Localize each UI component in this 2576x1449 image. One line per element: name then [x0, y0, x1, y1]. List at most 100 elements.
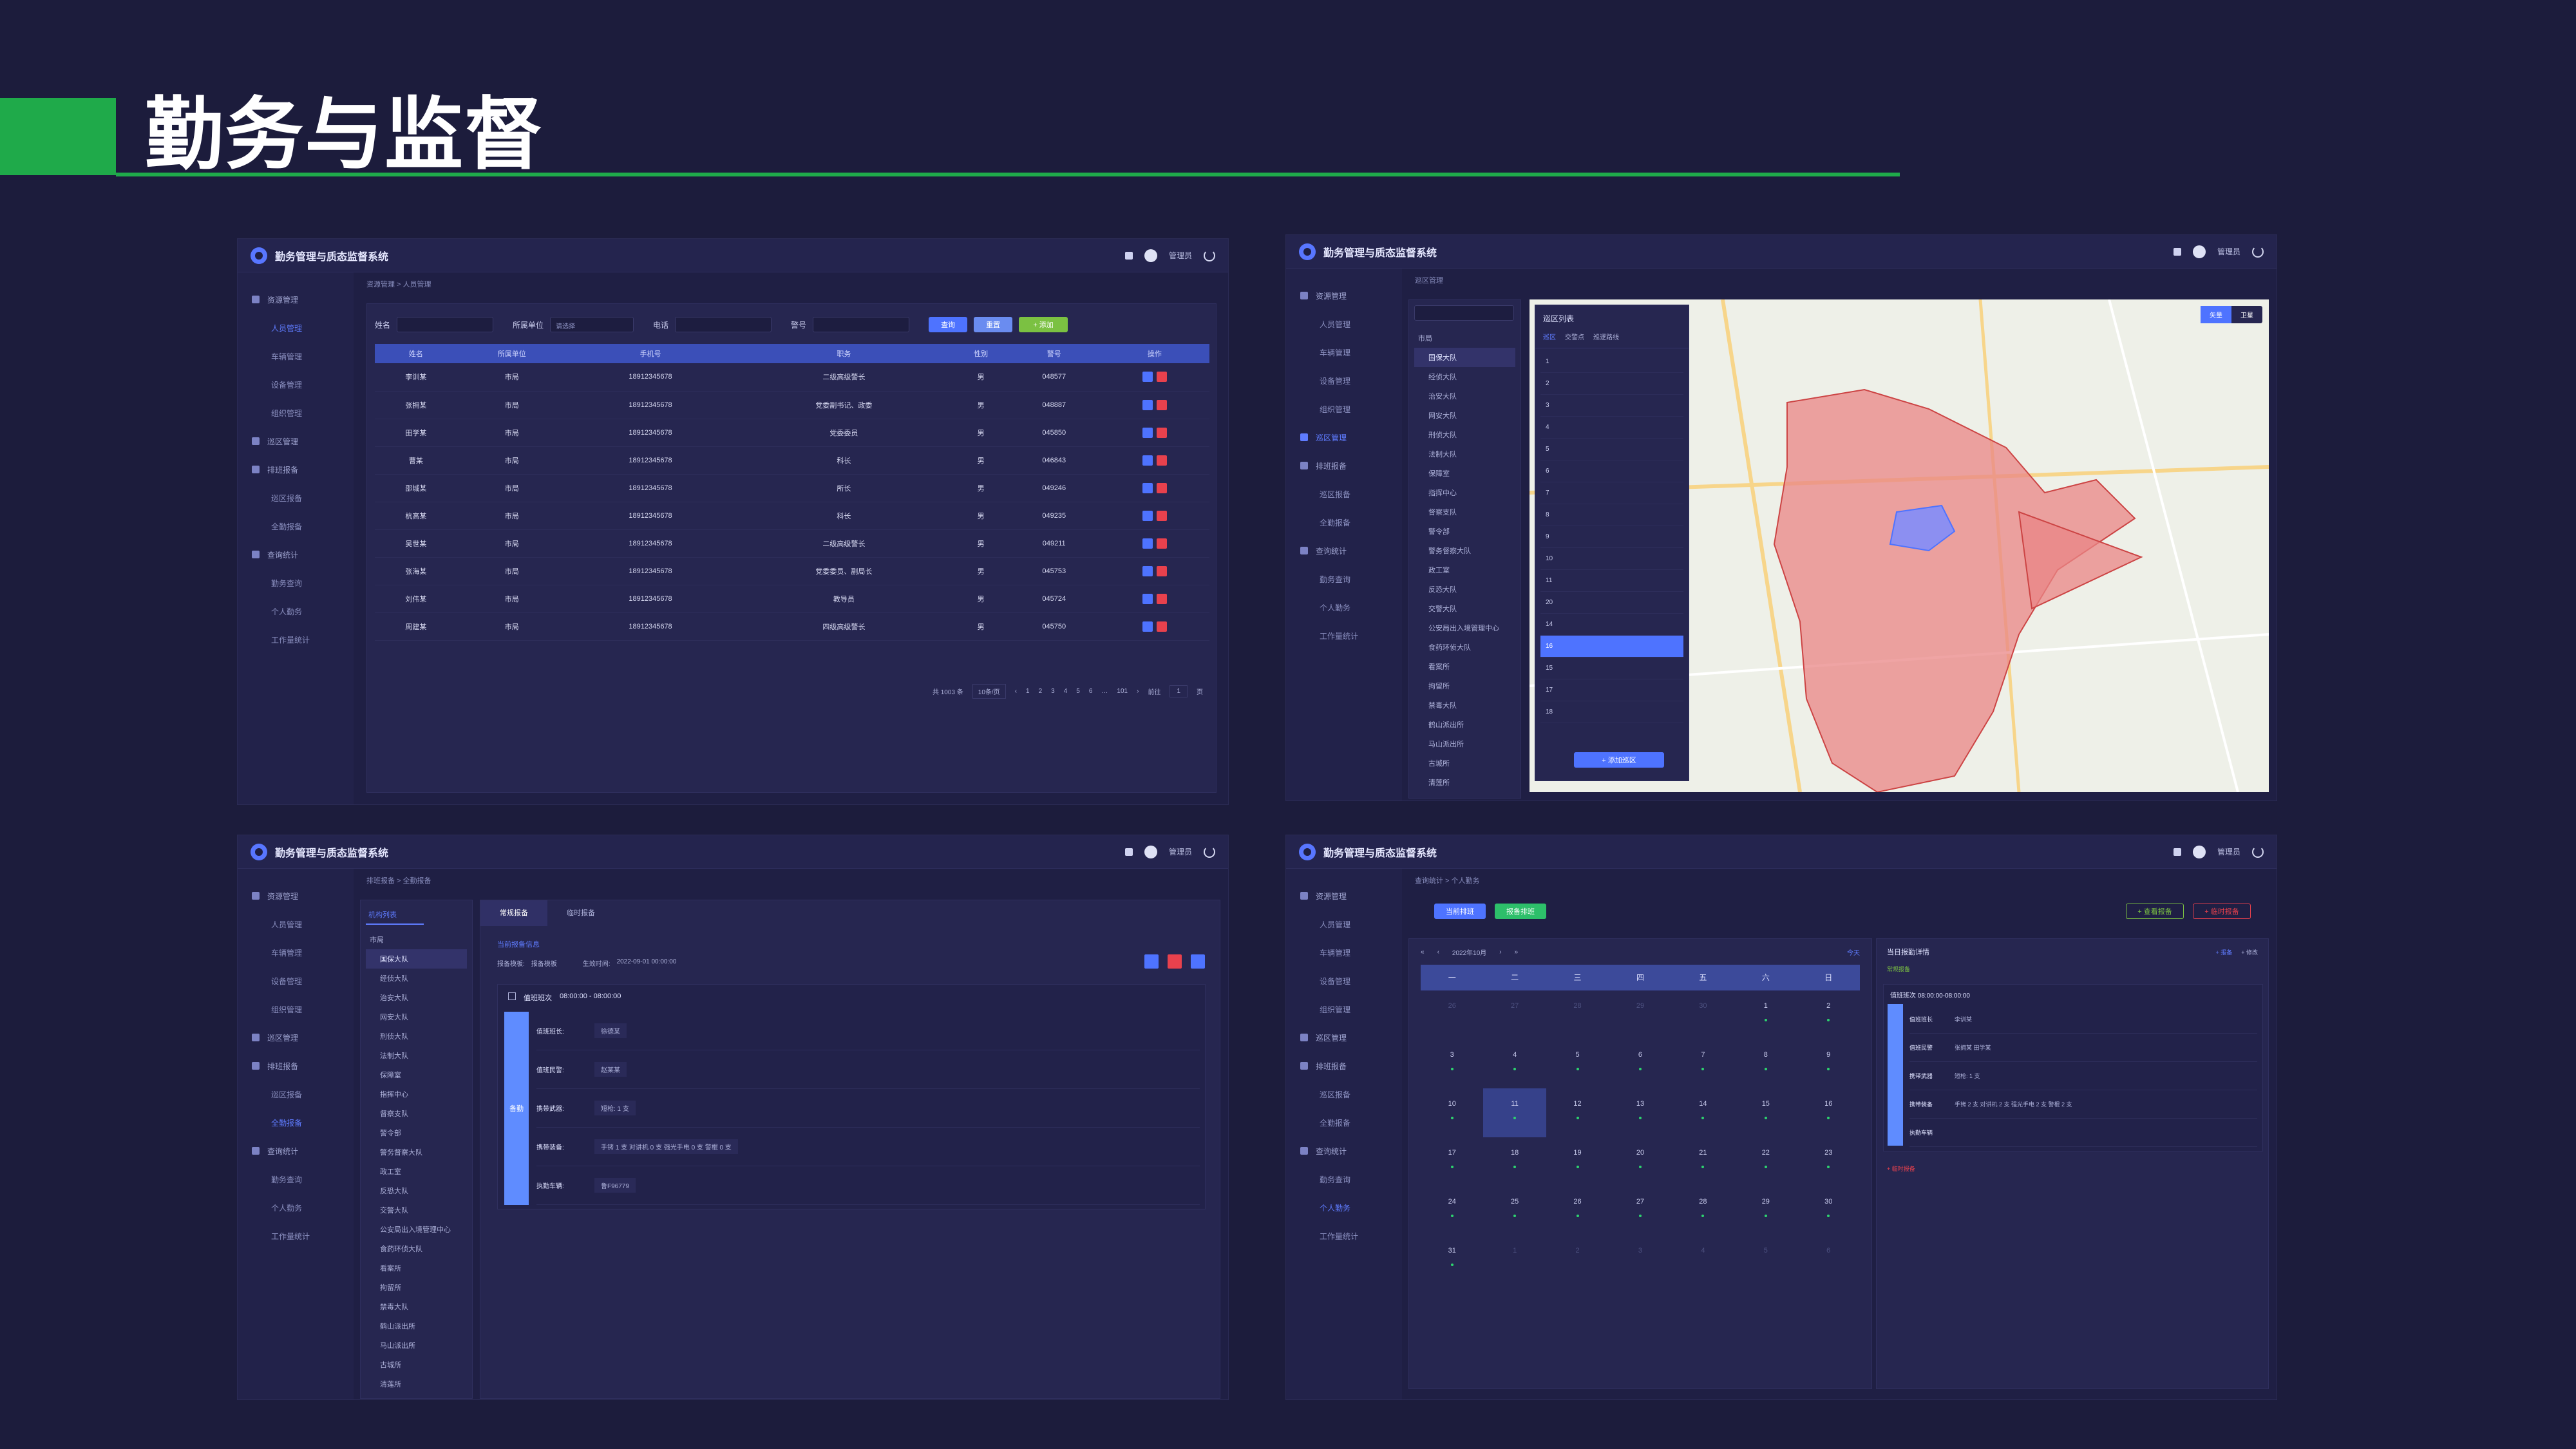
sidebar-item[interactable]: 人员管理: [1286, 910, 1402, 938]
sidebar-item[interactable]: 资源管理: [1286, 882, 1402, 910]
calendar-day[interactable]: 28: [1672, 1186, 1734, 1235]
tree-node[interactable]: 清莲所: [1414, 773, 1515, 792]
sidebar-item[interactable]: 组织管理: [1286, 995, 1402, 1023]
calendar-day[interactable]: 17: [1421, 1137, 1483, 1186]
add-button[interactable]: + 添加: [1019, 317, 1068, 332]
sidebar-item[interactable]: 巡区报备: [1286, 1080, 1402, 1108]
phone-input[interactable]: [675, 317, 772, 332]
sidebar-item[interactable]: 设备管理: [238, 370, 354, 399]
tree-node[interactable]: 法制大队: [1414, 444, 1515, 464]
tree-node[interactable]: 国保大队: [366, 949, 467, 969]
tree-node[interactable]: 警务督察大队: [366, 1142, 467, 1162]
add-district-button[interactable]: + 添加巡区: [1574, 752, 1664, 768]
tree-node[interactable]: 刑侦大队: [366, 1027, 467, 1046]
sidebar-item[interactable]: 勤务查询: [1286, 1165, 1402, 1193]
page-size-select[interactable]: 10条/页: [972, 684, 1006, 699]
sidebar-item[interactable]: 全勤报备: [238, 1108, 354, 1137]
tree-node[interactable]: 拘留所: [366, 1278, 467, 1297]
power-icon[interactable]: [2252, 846, 2264, 858]
district-item[interactable]: 2: [1540, 373, 1683, 395]
calendar-day[interactable]: 5: [1734, 1235, 1797, 1284]
district-item[interactable]: 10: [1540, 548, 1683, 570]
tree-node[interactable]: 看案所: [1414, 657, 1515, 676]
sidebar-item[interactable]: 巡区管理: [238, 1023, 354, 1052]
delete-icon[interactable]: [1156, 455, 1167, 466]
calendar-day[interactable]: 7: [1672, 1039, 1734, 1088]
delete-icon[interactable]: [1156, 621, 1167, 632]
sidebar-item[interactable]: 查询统计: [238, 540, 354, 569]
bell-icon[interactable]: [1124, 848, 1133, 856]
avatar-icon[interactable]: [1144, 845, 1157, 858]
delete-icon[interactable]: [1168, 954, 1182, 969]
calendar-day[interactable]: 23: [1797, 1137, 1860, 1186]
next-month-icon[interactable]: ›: [1499, 949, 1501, 956]
district-item[interactable]: 9: [1540, 526, 1683, 548]
calendar-day[interactable]: 3: [1421, 1039, 1483, 1088]
tree-node[interactable]: 市局: [1414, 328, 1515, 348]
tree-node[interactable]: 马山派出所: [366, 1336, 467, 1355]
name-input[interactable]: [397, 317, 494, 332]
list-tab[interactable]: 巡区: [1543, 332, 1556, 341]
delete-icon[interactable]: [1156, 593, 1167, 604]
tree-node[interactable]: 公安局出入境管理中心: [366, 1220, 467, 1239]
delete-icon[interactable]: [1156, 538, 1167, 549]
temp-report-link[interactable]: + 临时报备: [1887, 1164, 1915, 1173]
sidebar-item[interactable]: 查询统计: [1286, 1137, 1402, 1165]
district-item[interactable]: 1: [1540, 351, 1683, 373]
tree-node[interactable]: 法制大队: [366, 1046, 467, 1065]
sidebar-item[interactable]: 人员管理: [238, 314, 354, 342]
sidebar-item[interactable]: 车辆管理: [1286, 938, 1402, 967]
sidebar-item[interactable]: 个人勤务: [238, 1193, 354, 1222]
tree-node[interactable]: 古城所: [1414, 753, 1515, 773]
calendar-day[interactable]: 27: [1483, 990, 1546, 1039]
calendar-day[interactable]: 6: [1609, 1039, 1671, 1088]
tree-node[interactable]: 督察支队: [366, 1104, 467, 1123]
tree-node[interactable]: 指挥中心: [366, 1084, 467, 1104]
page-number[interactable]: 1: [1026, 688, 1030, 695]
edit-icon[interactable]: [1142, 510, 1153, 521]
edit-icon[interactable]: [1142, 621, 1153, 632]
page-number[interactable]: 2: [1039, 688, 1043, 695]
calendar-day[interactable]: 18: [1483, 1137, 1546, 1186]
calendar-day[interactable]: 24: [1421, 1186, 1483, 1235]
page-number[interactable]: 6: [1089, 688, 1093, 695]
report-tab[interactable]: 临时报备: [547, 900, 614, 926]
sidebar-item[interactable]: 资源管理: [238, 882, 354, 910]
tree-node[interactable]: 警务督察大队: [1414, 541, 1515, 560]
sidebar-item[interactable]: 车辆管理: [238, 342, 354, 370]
sidebar-item[interactable]: 巡区报备: [238, 1080, 354, 1108]
map-tool-button[interactable]: 卫星: [2231, 306, 2262, 323]
add-report-link[interactable]: + 报备: [2215, 948, 2232, 956]
sidebar-item[interactable]: 工作量统计: [238, 1222, 354, 1250]
sidebar-item[interactable]: 组织管理: [238, 399, 354, 427]
tree-node[interactable]: 看案所: [366, 1258, 467, 1278]
calendar-day[interactable]: 1: [1734, 990, 1797, 1039]
calendar-day[interactable]: 25: [1483, 1186, 1546, 1235]
sidebar-item[interactable]: 巡区管理: [1286, 1023, 1402, 1052]
calendar-day[interactable]: 29: [1734, 1186, 1797, 1235]
calendar-day[interactable]: 16: [1797, 1088, 1860, 1137]
sidebar-item[interactable]: 排班报备: [238, 455, 354, 484]
current-schedule-button[interactable]: 当前排班: [1434, 904, 1486, 919]
sidebar-item[interactable]: 个人勤务: [238, 597, 354, 625]
calendar-day[interactable]: 6: [1797, 1235, 1860, 1284]
calendar-day[interactable]: 30: [1797, 1186, 1860, 1235]
next-year-icon[interactable]: »: [1515, 949, 1519, 956]
calendar-day[interactable]: 30: [1672, 990, 1734, 1039]
tree-node[interactable]: 政工室: [1414, 560, 1515, 580]
edit-icon[interactable]: [1142, 427, 1153, 438]
tree-node[interactable]: 警令部: [1414, 522, 1515, 541]
sidebar-item[interactable]: 排班报备: [238, 1052, 354, 1080]
sidebar-item[interactable]: 设备管理: [238, 967, 354, 995]
sidebar-item[interactable]: 设备管理: [1286, 366, 1402, 395]
page-number[interactable]: 4: [1064, 688, 1068, 695]
district-item[interactable]: 15: [1540, 658, 1683, 679]
calendar-day[interactable]: 4: [1483, 1039, 1546, 1088]
tree-node[interactable]: 经侦大队: [1414, 367, 1515, 386]
calendar-day[interactable]: 14: [1672, 1088, 1734, 1137]
edit-icon[interactable]: [1142, 399, 1153, 410]
tree-node[interactable]: 保障室: [366, 1065, 467, 1084]
sidebar-item[interactable]: 个人勤务: [1286, 1193, 1402, 1222]
calendar-day[interactable]: 27: [1609, 1186, 1671, 1235]
tree-node[interactable]: 经侦大队: [366, 969, 467, 988]
